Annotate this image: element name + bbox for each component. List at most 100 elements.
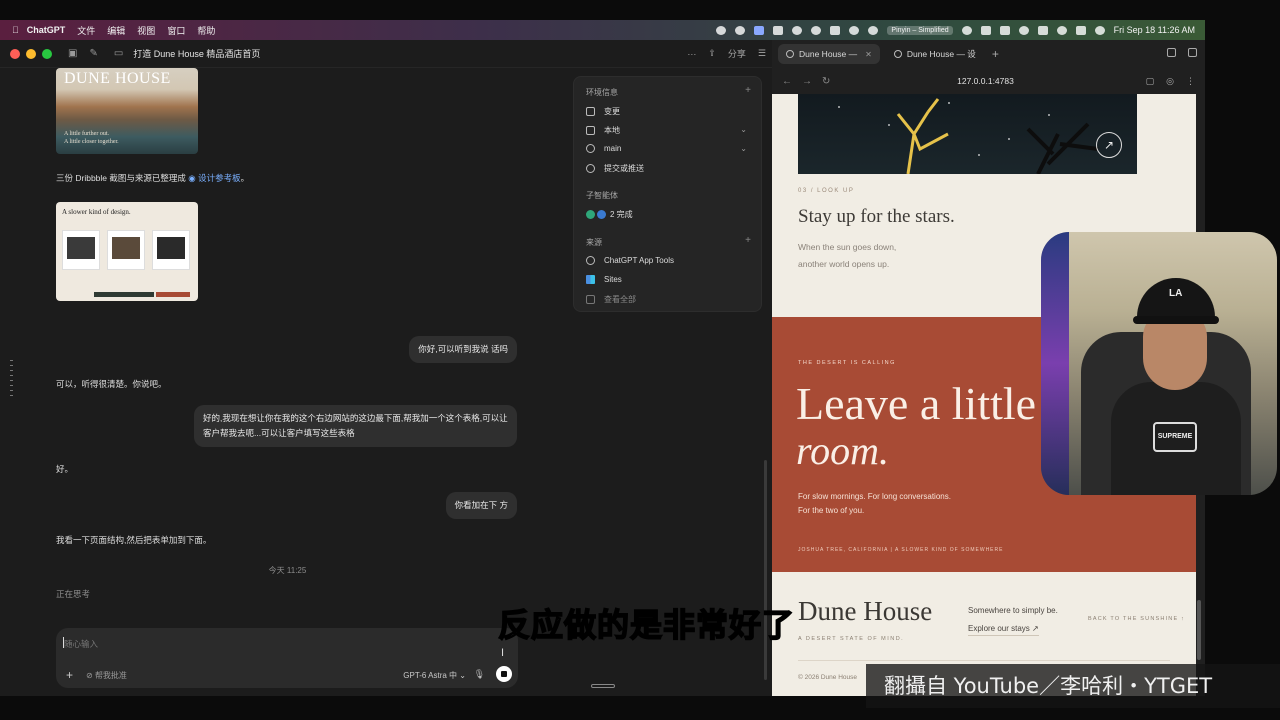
section-tag: 03 / LOOK UP bbox=[798, 188, 855, 194]
panel-resize-handle[interactable] bbox=[591, 684, 615, 688]
new-tab-icon[interactable]: + bbox=[992, 47, 999, 61]
new-chat-icon[interactable]: ✎ bbox=[89, 48, 97, 59]
commit-icon bbox=[586, 164, 595, 173]
source-chatgpt-tools[interactable]: ChatGPT App Tools bbox=[586, 256, 674, 265]
close-tab-icon[interactable]: ✕ bbox=[865, 50, 872, 59]
globe-icon bbox=[786, 50, 794, 58]
search-icon[interactable] bbox=[1056, 25, 1067, 35]
video-subtitle: 反应做的是非常好了 bbox=[497, 605, 796, 645]
expand-arrow-icon[interactable]: ↗ bbox=[1096, 132, 1122, 158]
stop-generation-button[interactable] bbox=[496, 666, 512, 682]
globe-icon bbox=[893, 50, 902, 58]
menu-window[interactable]: 窗口 bbox=[167, 24, 185, 37]
status-icon-6[interactable] bbox=[999, 25, 1010, 35]
design-bar bbox=[156, 292, 190, 297]
add-env-icon[interactable]: + bbox=[745, 85, 751, 96]
add-attachment-icon[interactable]: + bbox=[66, 668, 73, 682]
back-to-top-link[interactable]: BACK TO THE SUNSHINE ↑ bbox=[1088, 616, 1185, 622]
menu-file[interactable]: 文件 bbox=[77, 24, 95, 37]
webcam-overlay: SUPREME LA bbox=[1041, 232, 1277, 495]
calling-desc-1: For slow mornings. For long conversation… bbox=[798, 492, 951, 501]
text-cursor-icon: I bbox=[501, 647, 505, 659]
play-icon[interactable] bbox=[792, 25, 803, 35]
view-all-sources[interactable]: 查看全部 bbox=[586, 294, 636, 305]
chatgpt-app: ▣ ✎ ▭ 打造 Dune House 精品酒店首页 ··· ⇪ 分享 ☰ DU… bbox=[0, 40, 772, 696]
approve-mode-button[interactable]: ⊘ 帮我批准 bbox=[86, 670, 127, 681]
scroll-marker[interactable] bbox=[10, 360, 13, 400]
status-icon-8[interactable] bbox=[1094, 25, 1105, 35]
menu-clock[interactable]: Fri Sep 18 11:26 AM bbox=[1114, 25, 1195, 35]
share-icon[interactable]: ⇪ bbox=[708, 48, 716, 59]
chat-icon[interactable] bbox=[830, 25, 841, 35]
control-center-icon[interactable] bbox=[1075, 25, 1086, 35]
hero-headline-2: room. bbox=[796, 428, 889, 473]
comment-icon[interactable]: ▢ bbox=[1146, 76, 1155, 87]
stay-title: Stay up for the stars. bbox=[798, 206, 955, 227]
design-reference-image[interactable]: A slower kind of design. bbox=[56, 202, 198, 301]
browser-tab-1[interactable]: Dune House — ✕ bbox=[778, 44, 880, 64]
share-button[interactable]: 分享 bbox=[728, 47, 746, 60]
composer[interactable]: 随心输入 + ⊘ 帮我批准 GPT-6 Astra 中 ⌄ 🎙 bbox=[56, 628, 518, 688]
url-field[interactable]: 127.0.0.1:4783 bbox=[772, 76, 1199, 86]
conversation-scrollbar[interactable] bbox=[764, 460, 767, 680]
minimize-window-button[interactable] bbox=[26, 48, 36, 59]
calling-desc-2: For the two of you. bbox=[798, 506, 865, 515]
subagents-status[interactable]: 2 完成 bbox=[586, 209, 633, 220]
browser-tab-2[interactable]: Dune House — 设 bbox=[886, 44, 984, 64]
dune-house-preview-image[interactable]: DUNE HOUSE A little further out. A littl… bbox=[56, 68, 198, 154]
user-message: 好的,我现在想让你在我的这个右边网站的这边最下面,帮我加一个这个表格,可以让客户… bbox=[194, 405, 517, 447]
night-sky-image: ↗ bbox=[798, 94, 1137, 174]
add-source-icon[interactable]: + bbox=[745, 235, 751, 246]
wechat-icon[interactable] bbox=[735, 25, 746, 35]
message-input[interactable]: 随心输入 bbox=[64, 638, 98, 650]
screen:  ChatGPT 文件 编辑 视图 窗口 帮助 Pinyin – Simpli… bbox=[0, 0, 1280, 720]
assistant-message: 可以，听得很清楚。你说吧。 bbox=[56, 379, 167, 389]
menu-app-name[interactable]: ChatGPT bbox=[27, 25, 66, 35]
status-icon-7[interactable] bbox=[1037, 25, 1048, 35]
sun-icon[interactable] bbox=[849, 25, 860, 35]
status-icon-4[interactable] bbox=[811, 25, 822, 35]
env-item-changes[interactable]: 变更 bbox=[586, 106, 620, 117]
menu-view[interactable]: 视图 bbox=[137, 24, 155, 37]
status-icon-5[interactable] bbox=[980, 25, 991, 35]
source-sites[interactable]: Sites bbox=[586, 275, 622, 284]
design-card bbox=[107, 230, 145, 270]
apple-icon[interactable]:  bbox=[12, 25, 19, 35]
explore-stays-link[interactable]: Explore our stays ↗ bbox=[968, 624, 1039, 636]
chevron-down-icon[interactable]: ⌄ bbox=[740, 125, 747, 134]
stay-subtitle-1: When the sun goes down, bbox=[798, 242, 897, 252]
menu-edit[interactable]: 编辑 bbox=[107, 24, 125, 37]
stay-subtitle-2: another world opens up. bbox=[798, 259, 890, 269]
status-icon-3[interactable] bbox=[773, 25, 784, 35]
env-item-commit[interactable]: 提交或推送 bbox=[586, 163, 644, 174]
shield-icon[interactable] bbox=[868, 25, 879, 35]
env-item-local[interactable]: 本地 bbox=[586, 125, 620, 136]
footer-brand[interactable]: Dune House bbox=[798, 596, 932, 627]
sidebar-toggle-icon[interactable]: ▣ bbox=[68, 48, 77, 59]
env-item-branch[interactable]: main bbox=[586, 144, 621, 153]
browser-layout-icon[interactable] bbox=[1188, 48, 1197, 57]
shirt-logo: SUPREME bbox=[1153, 422, 1197, 452]
panel-toggle-icon[interactable]: ☰ bbox=[758, 48, 766, 59]
annotate-icon[interactable]: ◎ bbox=[1166, 76, 1174, 87]
page-scrollbar[interactable] bbox=[1197, 600, 1201, 660]
menu-help[interactable]: 帮助 bbox=[197, 24, 215, 37]
more-menu-icon[interactable]: ⋮ bbox=[1186, 76, 1195, 87]
input-method-badge[interactable]: Pinyin – Simplified bbox=[887, 25, 953, 35]
microphone-icon[interactable]: 🎙 bbox=[474, 669, 485, 680]
wifi-icon[interactable] bbox=[1018, 25, 1029, 35]
spark-icon[interactable] bbox=[961, 25, 972, 35]
model-selector[interactable]: GPT-6 Astra 中 ⌄ bbox=[403, 670, 466, 681]
window-title: 打造 Dune House 精品酒店首页 bbox=[133, 49, 261, 59]
status-icon-2[interactable] bbox=[754, 25, 765, 35]
message-timestamp: 今天 11:25 bbox=[268, 566, 307, 575]
status-icon-1[interactable] bbox=[716, 25, 727, 35]
more-options-icon[interactable]: ··· bbox=[687, 49, 696, 59]
browser-action-icon[interactable] bbox=[1167, 48, 1176, 57]
close-window-button[interactable] bbox=[10, 48, 20, 59]
zoom-window-button[interactable] bbox=[42, 48, 52, 59]
globe-icon: ◉ bbox=[188, 173, 196, 183]
design-board-link[interactable]: 设计参考板 bbox=[198, 173, 241, 183]
user-message: 你好,可以听到我说 话吗 bbox=[409, 336, 517, 363]
chevron-down-icon[interactable]: ⌄ bbox=[740, 144, 747, 153]
